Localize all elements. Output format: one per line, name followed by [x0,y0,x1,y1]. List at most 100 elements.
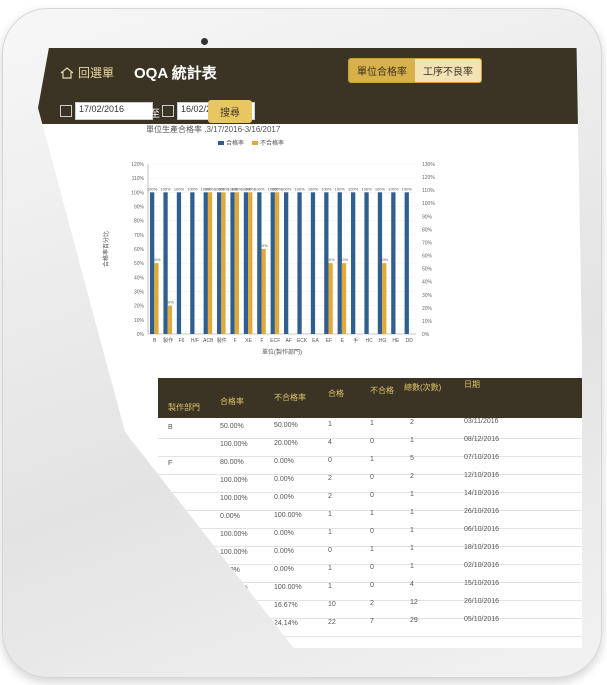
bar-fail [207,192,213,334]
bar-pass [351,192,356,334]
data-label: 100% [388,186,399,191]
data-label: 100% [187,186,198,191]
table-cell: 1 [370,420,374,427]
table-cell: 18/10/2016 [464,544,500,551]
table-cell: 1 [370,546,374,553]
table-cell: 100.00% [220,549,248,556]
table-cell: 16.67% [274,602,298,609]
y-tick-label: 60% [134,247,145,253]
data-label: 100% [245,186,256,191]
bar-pass [284,192,289,334]
calendar-icon [60,105,72,117]
data-label: 100% [361,186,372,191]
filter-bar: 17/02/2016 至 16/02/2017 搜尋 [38,94,582,124]
x-tick-label: F6 [179,338,185,344]
table-cell: 1 [328,583,332,590]
table-cell: 20.00% [274,440,298,447]
table-cell: F [168,460,173,467]
table-cell: 1 [410,563,414,570]
data-label: 100% [294,186,305,191]
table-cell: 0.00% [274,494,294,501]
y-tick-label: 80% [134,219,145,225]
data-label: 100% [321,186,332,191]
header-pass-rate: 合格率 [220,397,244,406]
y2-tick-label: 120% [422,175,435,181]
x-tick-label: ECF [270,338,280,344]
table-cell: 2 [328,475,332,482]
bar-fail [328,263,333,334]
start-date-input[interactable]: 17/02/2016 [75,102,153,120]
x-tick-label: EF [326,338,332,344]
table-cell: 12/10/2016 [464,472,500,479]
x-tick-label: HE [392,338,400,344]
table-cell: 02/10/2016 [464,562,500,569]
bar-pass [324,192,329,334]
y-tick-label: 20% [134,304,145,310]
back-to-menu-link[interactable]: 回選單 [60,64,114,81]
bar-pass [163,192,168,334]
bar-fail [248,192,253,334]
table-cell: 2 [370,600,374,607]
table-cell: 1 [410,491,414,498]
y-tick-label: 120% [131,162,144,168]
header-fail-rate: 不合格率 [274,393,306,402]
camera-icon [201,38,208,45]
bar-fail [261,249,266,334]
table-cell: 08/12/2016 [464,436,500,443]
table-cell: 0.00% [274,458,294,465]
table-cell: 100.00% [220,531,248,538]
table-cell: 1 [410,509,414,516]
bar-pass [190,192,195,334]
y2-tick-label: 40% [422,280,433,286]
y2-tick-label: 130% [422,162,435,168]
x-tick-label: F [234,338,237,344]
data-label: 50% [327,257,335,262]
table-cell: 80.00% [220,459,244,466]
table-cell: 0 [370,438,374,445]
bar-pass [176,192,182,334]
bar-fail [341,263,347,334]
table-cell: 2 [328,493,332,500]
bar-fail [382,263,387,334]
data-label: 20% [166,300,174,305]
table-cell: 0.00% [274,476,294,483]
x-tick-label: AF [286,338,292,344]
data-label: 100% [272,186,283,191]
x-tick-label: 手 [353,337,358,344]
table-cell: 100.00% [220,495,248,502]
y2-tick-label: 80% [422,227,433,233]
y-tick-label: 50% [134,261,145,267]
table-cell: 22 [328,619,336,626]
table-cell: 1 [410,437,414,444]
x-tick-label: 製作 [163,337,173,344]
table-cell: 5 [410,455,414,462]
table-cell: 0 [370,564,374,571]
header-date: 日期 [464,380,480,389]
data-label: 100% [218,186,229,191]
table-cell: 24.14% [274,620,298,627]
data-label: 100% [335,186,346,191]
table-cell: 0 [370,582,374,589]
bar-fail [234,192,239,334]
table-header: 製作部門 合格率 不合格率 合格 不合格 總數(次數) 日期 [158,378,582,418]
table-cell: 12 [410,599,418,606]
bar-pass [310,192,316,334]
bar-pass [270,192,275,334]
data-label: 50% [380,257,388,262]
y2-tick-label: 20% [422,306,433,312]
search-button[interactable]: 搜尋 [208,100,252,123]
bar-fail [167,305,172,334]
data-label: 100% [375,186,386,191]
bar-pass [257,192,262,334]
bar-pass [391,192,396,334]
tab-pass-rate[interactable]: 單位合格率 [349,59,415,82]
table-cell: 1 [370,510,374,517]
bar-pass [337,192,342,334]
table-cell: 26/10/2016 [464,598,500,605]
x-tick-label: DD [406,338,414,344]
header-total: 總數(次數) [404,383,442,392]
table-cell: 1 [328,511,332,518]
tab-process-defect-rate[interactable]: 工序不良率 [415,59,481,82]
y-tick-label: 10% [134,318,145,324]
data-label: 100% [281,186,292,191]
